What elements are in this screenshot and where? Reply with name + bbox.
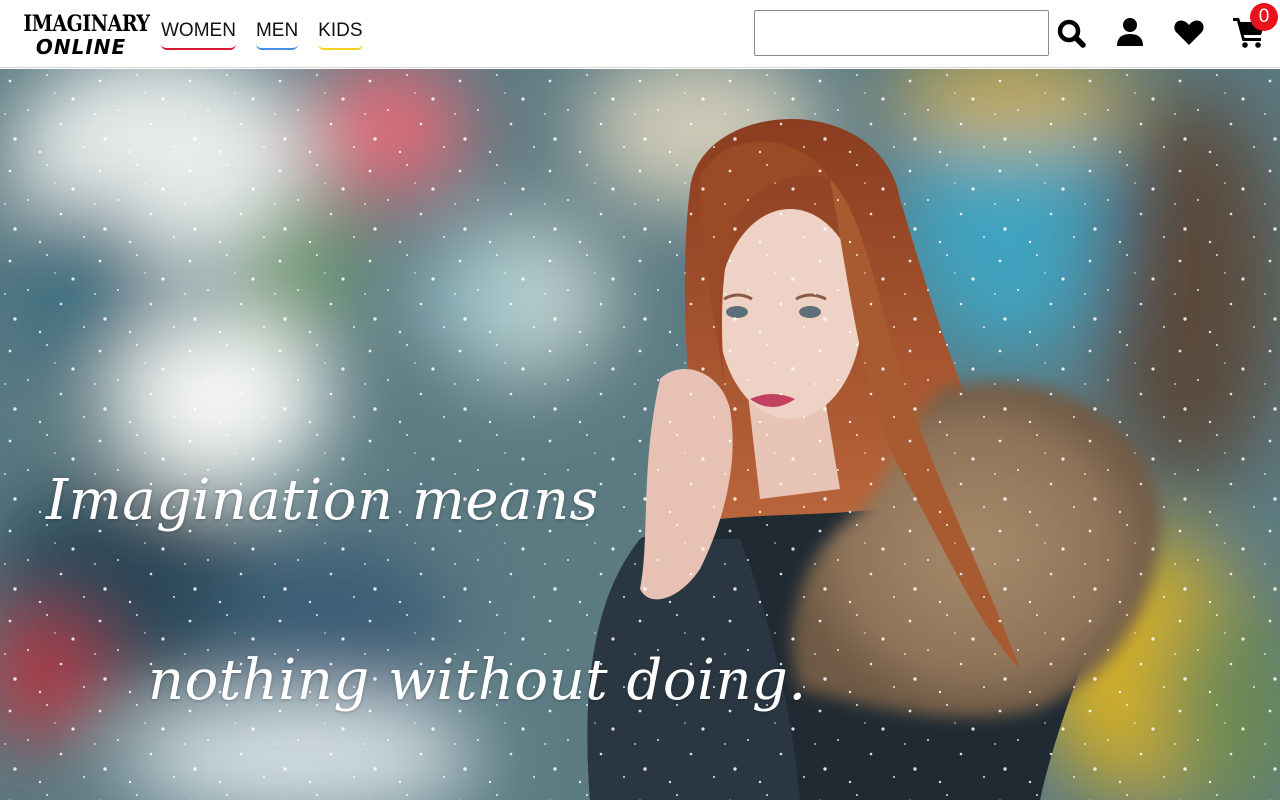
nav-link-kids[interactable]: KIDS bbox=[318, 20, 363, 50]
hero-banner: Imagination means nothing without doing. bbox=[0, 69, 1280, 800]
search-input[interactable] bbox=[754, 10, 1049, 56]
wishlist-button[interactable] bbox=[1168, 14, 1208, 54]
main-nav: WOMEN MEN KIDS bbox=[161, 20, 363, 50]
hero-quote-line2: nothing without doing. bbox=[148, 648, 807, 713]
brand-logo-line1: IMAGINARY bbox=[23, 11, 150, 37]
hero-quote-line1: Imagination means bbox=[46, 468, 599, 533]
account-button[interactable] bbox=[1111, 14, 1151, 54]
heart-icon bbox=[1174, 20, 1204, 45]
nav-link-men[interactable]: MEN bbox=[255, 20, 299, 50]
brand-logo[interactable]: IMAGINARY ONLINE bbox=[14, 11, 150, 59]
cart-count-badge: 0 bbox=[1250, 3, 1278, 31]
nav-link-women[interactable]: WOMEN bbox=[161, 20, 236, 50]
brand-logo-line2: ONLINE bbox=[35, 35, 127, 59]
user-icon bbox=[1117, 18, 1143, 46]
search-icon bbox=[1057, 19, 1086, 48]
search-button[interactable] bbox=[1052, 14, 1092, 54]
site-header: IMAGINARY ONLINE WOMEN MEN KIDS 0 bbox=[0, 0, 1280, 68]
